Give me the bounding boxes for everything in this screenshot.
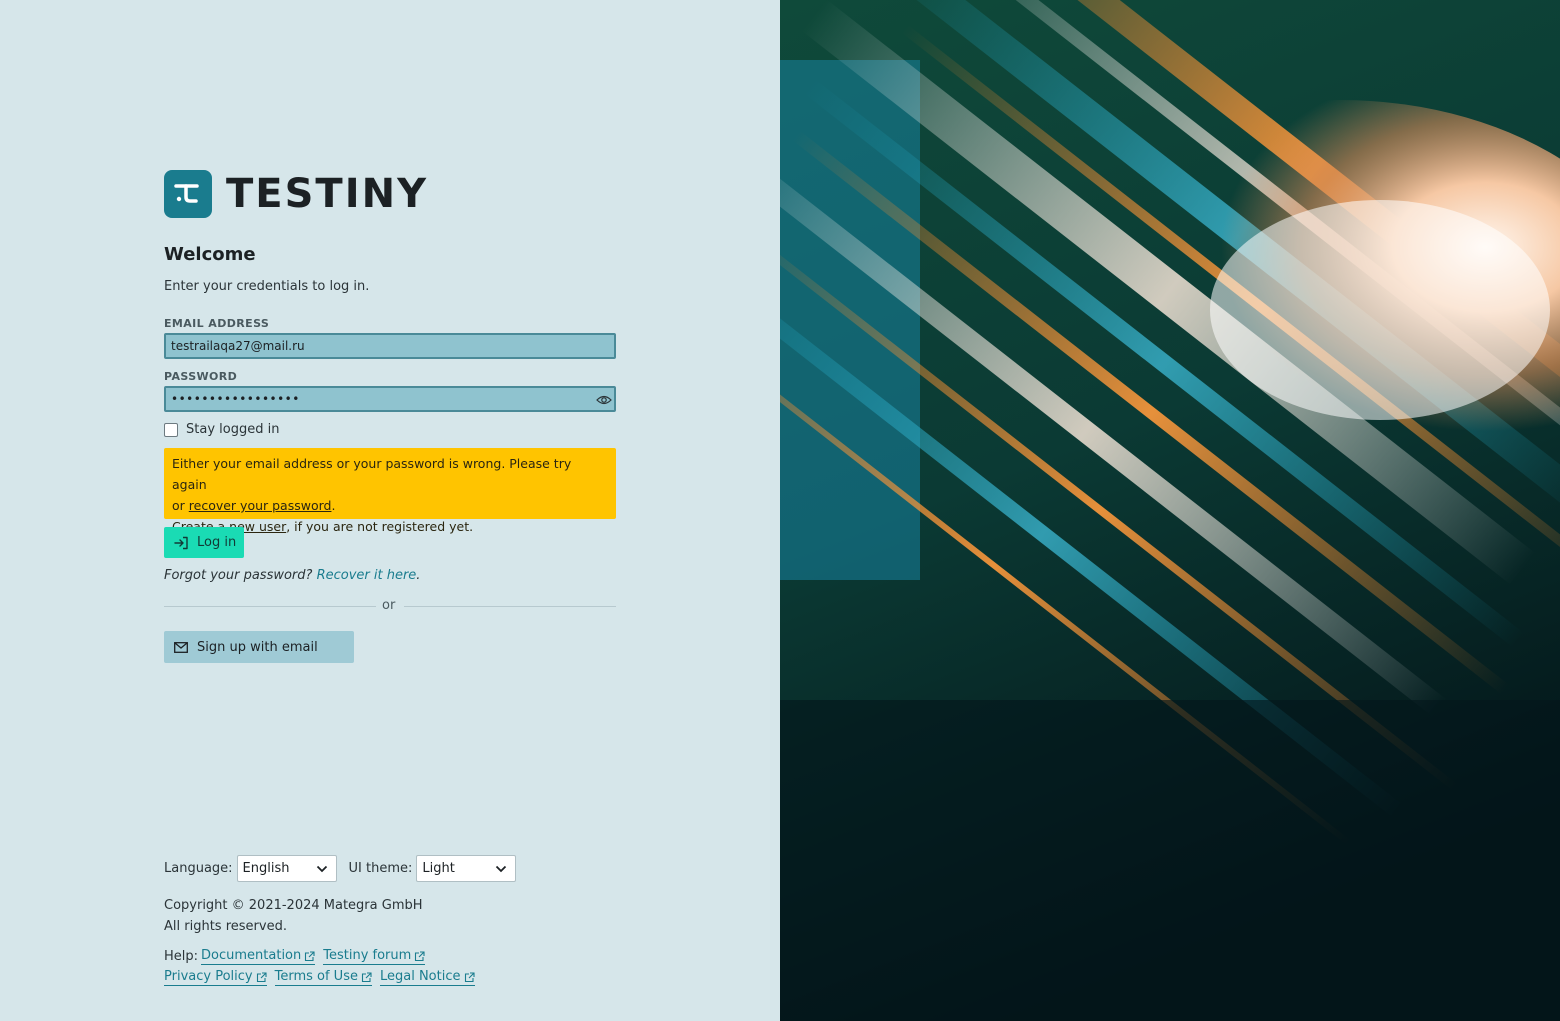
brand-name: TESTINY [226,171,429,217]
divider-right [404,606,616,607]
copyright-line: Copyright © 2021-2024 Mategra GmbH [164,898,423,913]
abstract-light-streaks-image [780,0,1560,1021]
login-icon [174,536,188,549]
login-panel: TESTINY Welcome Enter your credentials t… [0,0,780,1021]
language-value: English [242,861,290,876]
help-label: Help: [164,949,199,964]
external-link-icon [256,971,267,982]
stay-logged-in-row[interactable]: Stay logged in [164,422,279,437]
divider-left [164,606,376,607]
external-link-icon [361,971,372,982]
error-or: or [172,498,189,513]
page-subtitle: Enter your credentials to log in. [164,279,370,294]
forgot-password-question: Forgot your password? [164,568,317,583]
chevron-down-icon [316,865,327,872]
terms-of-use-link[interactable]: Terms of Use [274,969,372,986]
theme-label: UI theme: [348,861,413,876]
language-label: Language: [164,861,233,876]
create-user-suffix: , if you are not registered yet. [286,519,474,534]
divider-or: or [382,598,396,613]
email-label: EMAIL ADDRESS [164,317,270,330]
stay-logged-in-label[interactable]: Stay logged in [186,422,279,437]
page-title: Welcome [164,244,256,265]
external-link-icon [305,950,315,961]
testiny-logo-icon [164,170,212,218]
theme-select[interactable]: Light [416,855,517,882]
terms-label: Terms of Use [274,969,358,984]
mail-icon [174,641,188,653]
documentation-link[interactable]: Documentation [201,948,316,965]
login-button-label: Log in [197,535,237,550]
signup-button-label: Sign up with email [197,639,318,655]
recover-password-link[interactable]: recover your password [189,498,332,513]
hero-image [780,0,1560,1021]
forgot-password-text: Forgot your password? Recover it here. [164,568,420,583]
language-select[interactable]: English [236,855,337,882]
recover-here-link[interactable]: Recover it here [317,568,417,583]
eye-icon[interactable] [596,392,612,406]
privacy-policy-link[interactable]: Privacy Policy [164,969,267,986]
testiny-logo: TESTINY [164,170,428,218]
privacy-label: Privacy Policy [164,969,253,984]
email-field[interactable]: testrailaqa27@mail.ru [164,333,616,359]
settings-row: Language: English UI theme: Light [164,855,517,882]
forum-link[interactable]: Testiny forum [323,948,426,965]
stay-logged-in-checkbox[interactable] [164,422,178,437]
forum-label: Testiny forum [323,948,412,963]
signup-email-button[interactable]: Sign up with email [164,631,354,663]
error-recover-line: or recover your password. [172,495,608,516]
forgot-period: . [416,568,421,583]
legal-label: Legal Notice [379,969,461,984]
documentation-label: Documentation [201,948,302,963]
help-links: Help: Documentation Testiny forum [164,948,433,965]
login-button[interactable]: Log in [164,527,244,558]
rights-line: All rights reserved. [164,919,287,934]
copyright: Copyright © 2021-2024 Mategra GmbH All r… [164,895,423,937]
error-period: . [331,498,336,513]
chevron-down-icon [496,865,507,872]
legal-links: Privacy Policy Terms of Use Legal Notice [164,969,483,986]
error-alert: Either your email address or your passwo… [164,448,616,534]
password-label: PASSWORD [164,370,238,383]
external-link-icon [415,950,425,961]
legal-notice-link[interactable]: Legal Notice [379,969,475,986]
external-link-icon [464,971,475,982]
error-message: Either your email address or your passwo… [172,456,572,492]
theme-value: Light [422,861,455,876]
password-field[interactable]: ••••••••••••••••• [164,386,616,412]
